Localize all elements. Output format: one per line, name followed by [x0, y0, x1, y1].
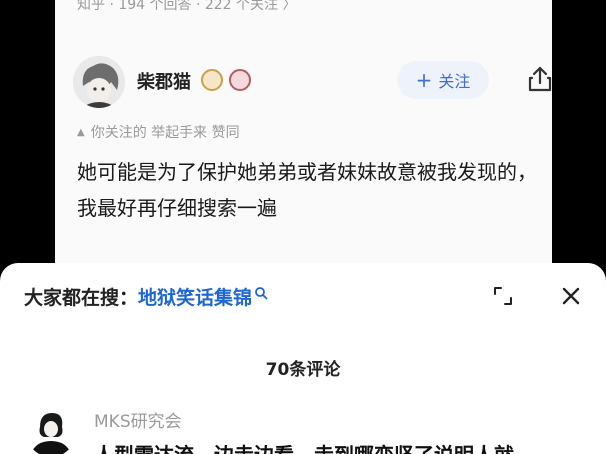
search-icon [255, 286, 268, 299]
commenter-avatar[interactable] [26, 407, 76, 454]
commenter-name[interactable]: MKS研究会 [94, 407, 182, 432]
expand-icon[interactable] [492, 285, 514, 307]
answer-content: 她可能是为了保护她弟弟或者妹妹故意被我发现的，我最好再仔细搜索一遍 [77, 160, 537, 220]
author-name[interactable]: 柴郡猫 [137, 68, 191, 94]
comments-count: 70条评论 [265, 360, 341, 380]
plus-icon: + [415, 68, 433, 92]
trending-search-term[interactable]: 地狱笑话集锦 [138, 283, 252, 310]
screen: 知乎 · 194 个回答 · 222 个关注 〉 柴郡猫 + 关注 ▲ 你关注的… [0, 0, 606, 454]
upvote-marker-icon: ▲ [77, 126, 85, 138]
answer-card: 知乎 · 194 个回答 · 222 个关注 〉 柴郡猫 + 关注 ▲ 你关注的… [55, 0, 552, 280]
follow-button[interactable]: + 关注 [397, 61, 489, 99]
endorsement-line: ▲ 你关注的 举起手来 赞同 [77, 122, 240, 142]
endorsement-text[interactable]: 你关注的 举起手来 赞同 [91, 122, 240, 142]
flower-badge-icon [229, 69, 251, 91]
author-avatar[interactable] [73, 56, 125, 108]
medal-badge-icon [201, 69, 223, 91]
trending-search-prefix: 大家都在搜： [24, 287, 139, 309]
comment-text: 人型雷达流，边走边看，走到哪变坚了说明人就 [94, 439, 514, 454]
close-icon[interactable] [560, 285, 582, 307]
trending-search[interactable]: 大家都在搜： 地狱笑话集锦 [24, 283, 268, 310]
follow-label: 关注 [438, 72, 471, 91]
share-icon[interactable] [525, 64, 552, 94]
author-row: 柴郡猫 + 关注 [73, 56, 552, 108]
question-meta[interactable]: 知乎 · 194 个回答 · 222 个关注 〉 [77, 0, 297, 14]
comments-sheet: 大家都在搜： 地狱笑话集锦 70条评论 MKS研究会 [0, 263, 606, 454]
